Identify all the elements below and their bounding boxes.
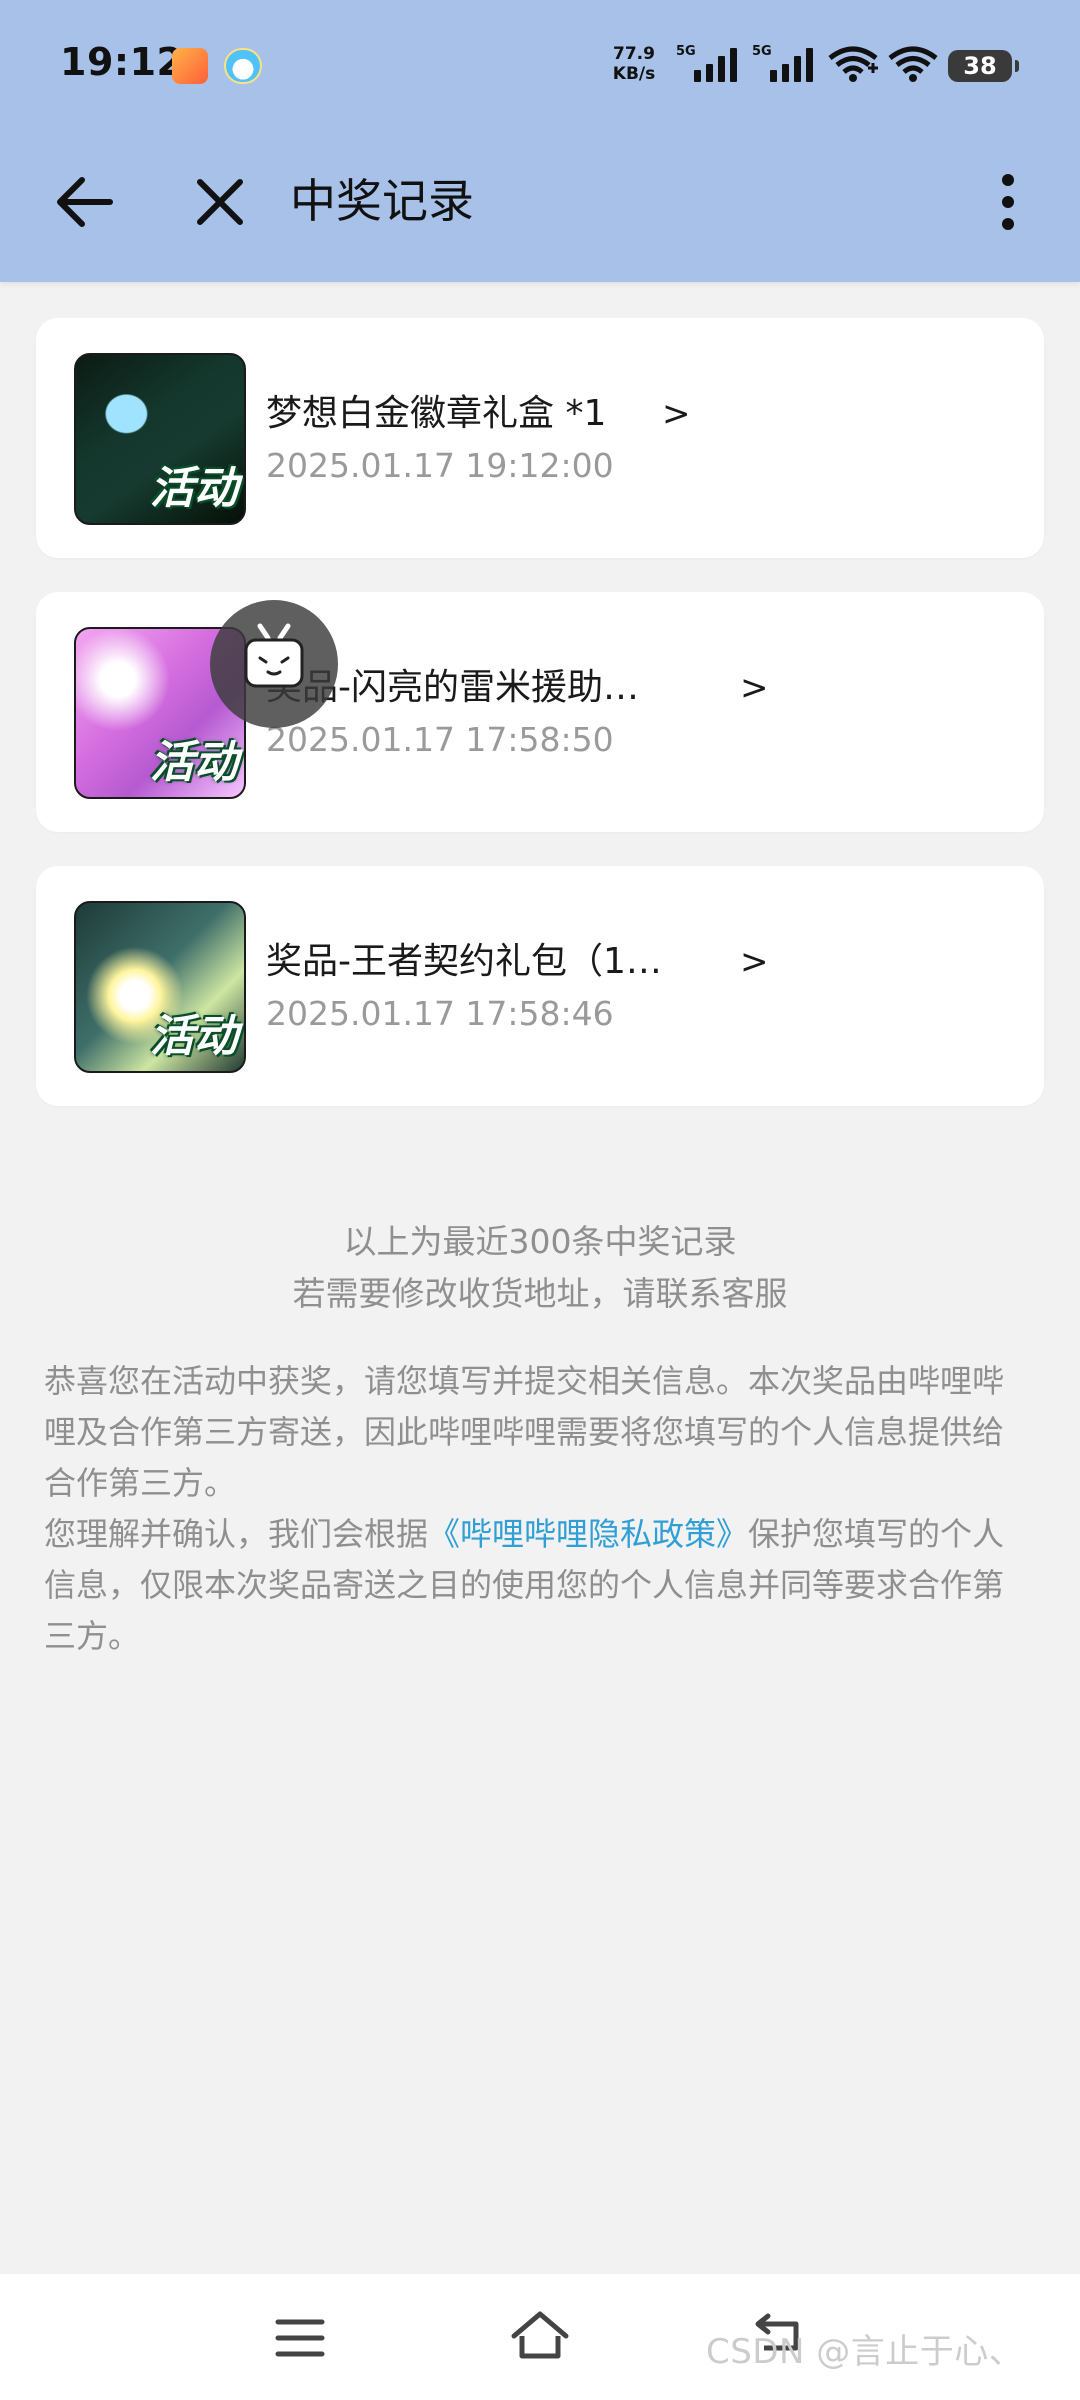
notice-prefix: 您理解并确认，我们会根据 (44, 1515, 429, 1553)
prize-time: 2025.01.17 17:58:46 (266, 994, 614, 1033)
wifi-icon (828, 46, 878, 82)
app-notification-icon-2 (224, 48, 262, 84)
bilibili-tv-icon (244, 623, 304, 688)
activity-badge: 活动 (150, 737, 238, 788)
activity-badge: 活动 (150, 463, 238, 514)
battery-icon: 38 (948, 50, 1019, 82)
notice-paragraph-2: 您理解并确认，我们会根据《哔哩哔哩隐私政策》保护您填写的个人信息，仅限本次奖品寄… (44, 1509, 1024, 1662)
more-vertical-icon (1002, 174, 1014, 230)
records-count-text: 以上为最近300条中奖记录 (343, 1222, 737, 1261)
close-button[interactable] (184, 166, 256, 238)
status-bar: 19:12 77.9 KB/s 5G 5G 38 (0, 0, 1080, 130)
chevron-right-icon: > (740, 942, 769, 982)
app-notification-icon (172, 48, 208, 84)
nav-home-button[interactable] (508, 2304, 572, 2368)
chevron-right-icon: > (662, 394, 691, 434)
menu-icon (275, 2319, 325, 2357)
prize-name: 奖品-王者契约礼包（1… (266, 941, 662, 982)
network-speed-value: 77.9 (613, 44, 655, 64)
network-speed: 77.9 KB/s (604, 44, 664, 84)
page-title: 中奖记录 (290, 174, 474, 228)
chevron-right-icon: > (740, 668, 769, 708)
prize-card[interactable]: 活动 梦想白金徽章礼盒 *1 > 2025.01.17 19:12:00 (36, 318, 1044, 558)
cellular-signal-icon-2: 5G (752, 44, 818, 84)
prize-thumbnail: 活动 (74, 353, 246, 525)
prize-list: 活动 梦想白金徽章礼盒 *1 > 2025.01.17 19:12:00 活动 … (36, 318, 1044, 1140)
prize-name: 梦想白金徽章礼盒 *1 (266, 393, 607, 434)
records-info: 以上为最近300条中奖记录 若需要修改收货地址，请联系客服 (0, 1216, 1080, 1320)
floating-assistant-button[interactable] (210, 600, 338, 728)
prize-card[interactable]: 活动 奖品-闪亮的雷米援助… > 2025.01.17 17:58:50 (36, 592, 1044, 832)
top-header: 19:12 77.9 KB/s 5G 5G 38 中奖记录 (0, 0, 1080, 282)
prize-card[interactable]: 活动 奖品-王者契约礼包（1… > 2025.01.17 17:58:46 (36, 866, 1044, 1106)
activity-badge: 活动 (150, 1011, 238, 1062)
prize-thumbnail: 活动 (74, 901, 246, 1073)
wifi-icon-2 (888, 46, 938, 82)
notice-paragraph-1: 恭喜您在活动中获奖，请您填写并提交相关信息。本次奖品由哔哩哔哩及合作第三方寄送，… (44, 1362, 1005, 1502)
network-speed-unit: KB/s (612, 64, 656, 84)
nav-menu-button[interactable] (270, 2308, 330, 2368)
signal-label: 5G (676, 44, 696, 59)
signal-label-2: 5G (752, 44, 772, 59)
arrow-left-icon (57, 177, 113, 227)
close-icon (197, 179, 243, 225)
back-button[interactable] (48, 166, 120, 238)
privacy-policy-link[interactable]: 《哔哩哔哩隐私政策》 (428, 1515, 748, 1553)
status-time: 19:12 (60, 40, 184, 84)
more-options-button[interactable] (976, 166, 1040, 238)
home-icon (511, 2311, 569, 2359)
privacy-notice: 恭喜您在活动中获奖，请您填写并提交相关信息。本次奖品由哔哩哔哩及合作第三方寄送，… (44, 1356, 1024, 1662)
watermark: CSDN @言止于心、 (706, 2332, 1024, 2372)
contact-service-text: 若需要修改收货地址，请联系客服 (292, 1274, 788, 1313)
app-bar: 中奖记录 (0, 130, 1080, 280)
cellular-signal-icon: 5G (676, 44, 742, 84)
prize-time: 2025.01.17 19:12:00 (266, 446, 614, 485)
